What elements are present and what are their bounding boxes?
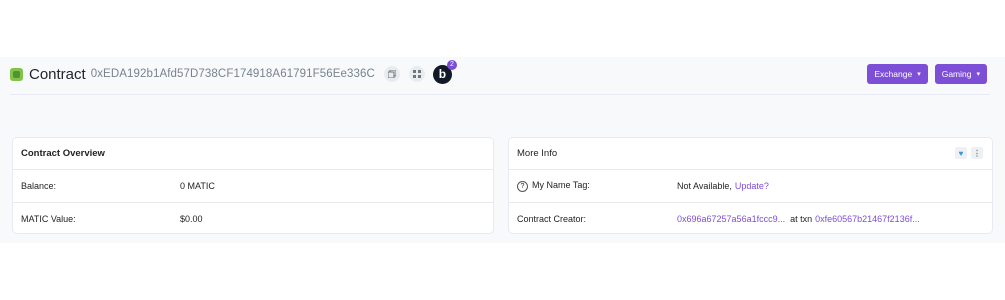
name-tag-row: ? My Name Tag: Not Available, Update? (509, 170, 992, 203)
polygon-logo-icon (10, 67, 23, 81)
chevron-down-icon: ▾ (976, 71, 980, 78)
creator-label: Contract Creator: (517, 214, 587, 224)
more-options-icon[interactable]: ⋮ (971, 147, 983, 159)
name-tag-value: Not Available, (677, 181, 732, 191)
name-tag-label: My Name Tag: (532, 180, 590, 190)
more-info-card: More Info ♥ ⋮ ? My Name Tag: Not Availabl… (508, 137, 993, 234)
matic-value-label: MATIC Value: (21, 214, 76, 224)
notification-count: 2 (446, 59, 457, 70)
help-icon: ? (517, 181, 528, 192)
card-title: Contract Overview (13, 138, 493, 170)
page-title: Contract (29, 65, 86, 83)
at-txn-text: at txn (790, 214, 813, 224)
card-header-icons: ♥ ⋮ (955, 147, 983, 159)
header-divider (10, 94, 990, 95)
contract-address: 0xEDA192b1Afd57D738CF174918A61791F56Ee33… (90, 68, 375, 80)
header-dropdowns: Exchange ▾ Gaming ▾ (867, 64, 987, 84)
exchange-label: Exchange (874, 69, 913, 79)
update-link[interactable]: Update? (735, 181, 769, 191)
matic-value: $0.00 (180, 214, 203, 224)
copy-icon[interactable] (383, 66, 400, 82)
heart-icon[interactable]: ♥ (955, 147, 967, 159)
creator-address-link[interactable]: 0x696a67257a56a1fccc9... (677, 214, 785, 224)
name-tag-label-wrap: ? My Name Tag: (517, 180, 677, 192)
blockscan-chat-button[interactable]: b 2 (432, 59, 457, 84)
chevron-down-icon: ▾ (917, 71, 921, 78)
card-header: More Info ♥ ⋮ (509, 138, 992, 170)
matic-value-row: MATIC Value: $0.00 (13, 203, 493, 235)
card-title: More Info (517, 148, 558, 159)
balance-label: Balance: (21, 181, 57, 191)
balance-row: Balance: 0 MATIC (13, 170, 493, 203)
contract-creator-row: Contract Creator: 0x696a67257a56a1fccc9.… (509, 203, 992, 235)
qr-code-icon[interactable] (408, 66, 425, 82)
gaming-dropdown[interactable]: Gaming ▾ (934, 64, 987, 84)
exchange-dropdown[interactable]: Exchange ▾ (867, 64, 928, 84)
contract-overview-card: Contract Overview Balance: 0 MATIC MATIC… (12, 137, 494, 234)
creator-txn-link[interactable]: 0xfe60567b21467f2136f... (815, 214, 920, 224)
blockscan-letter: b (438, 67, 447, 81)
page-title-row: Contract 0xEDA192b1Afd57D738CF174918A617… (10, 59, 990, 86)
gaming-label: Gaming (941, 69, 972, 79)
balance-value: 0 MATIC (180, 181, 215, 191)
